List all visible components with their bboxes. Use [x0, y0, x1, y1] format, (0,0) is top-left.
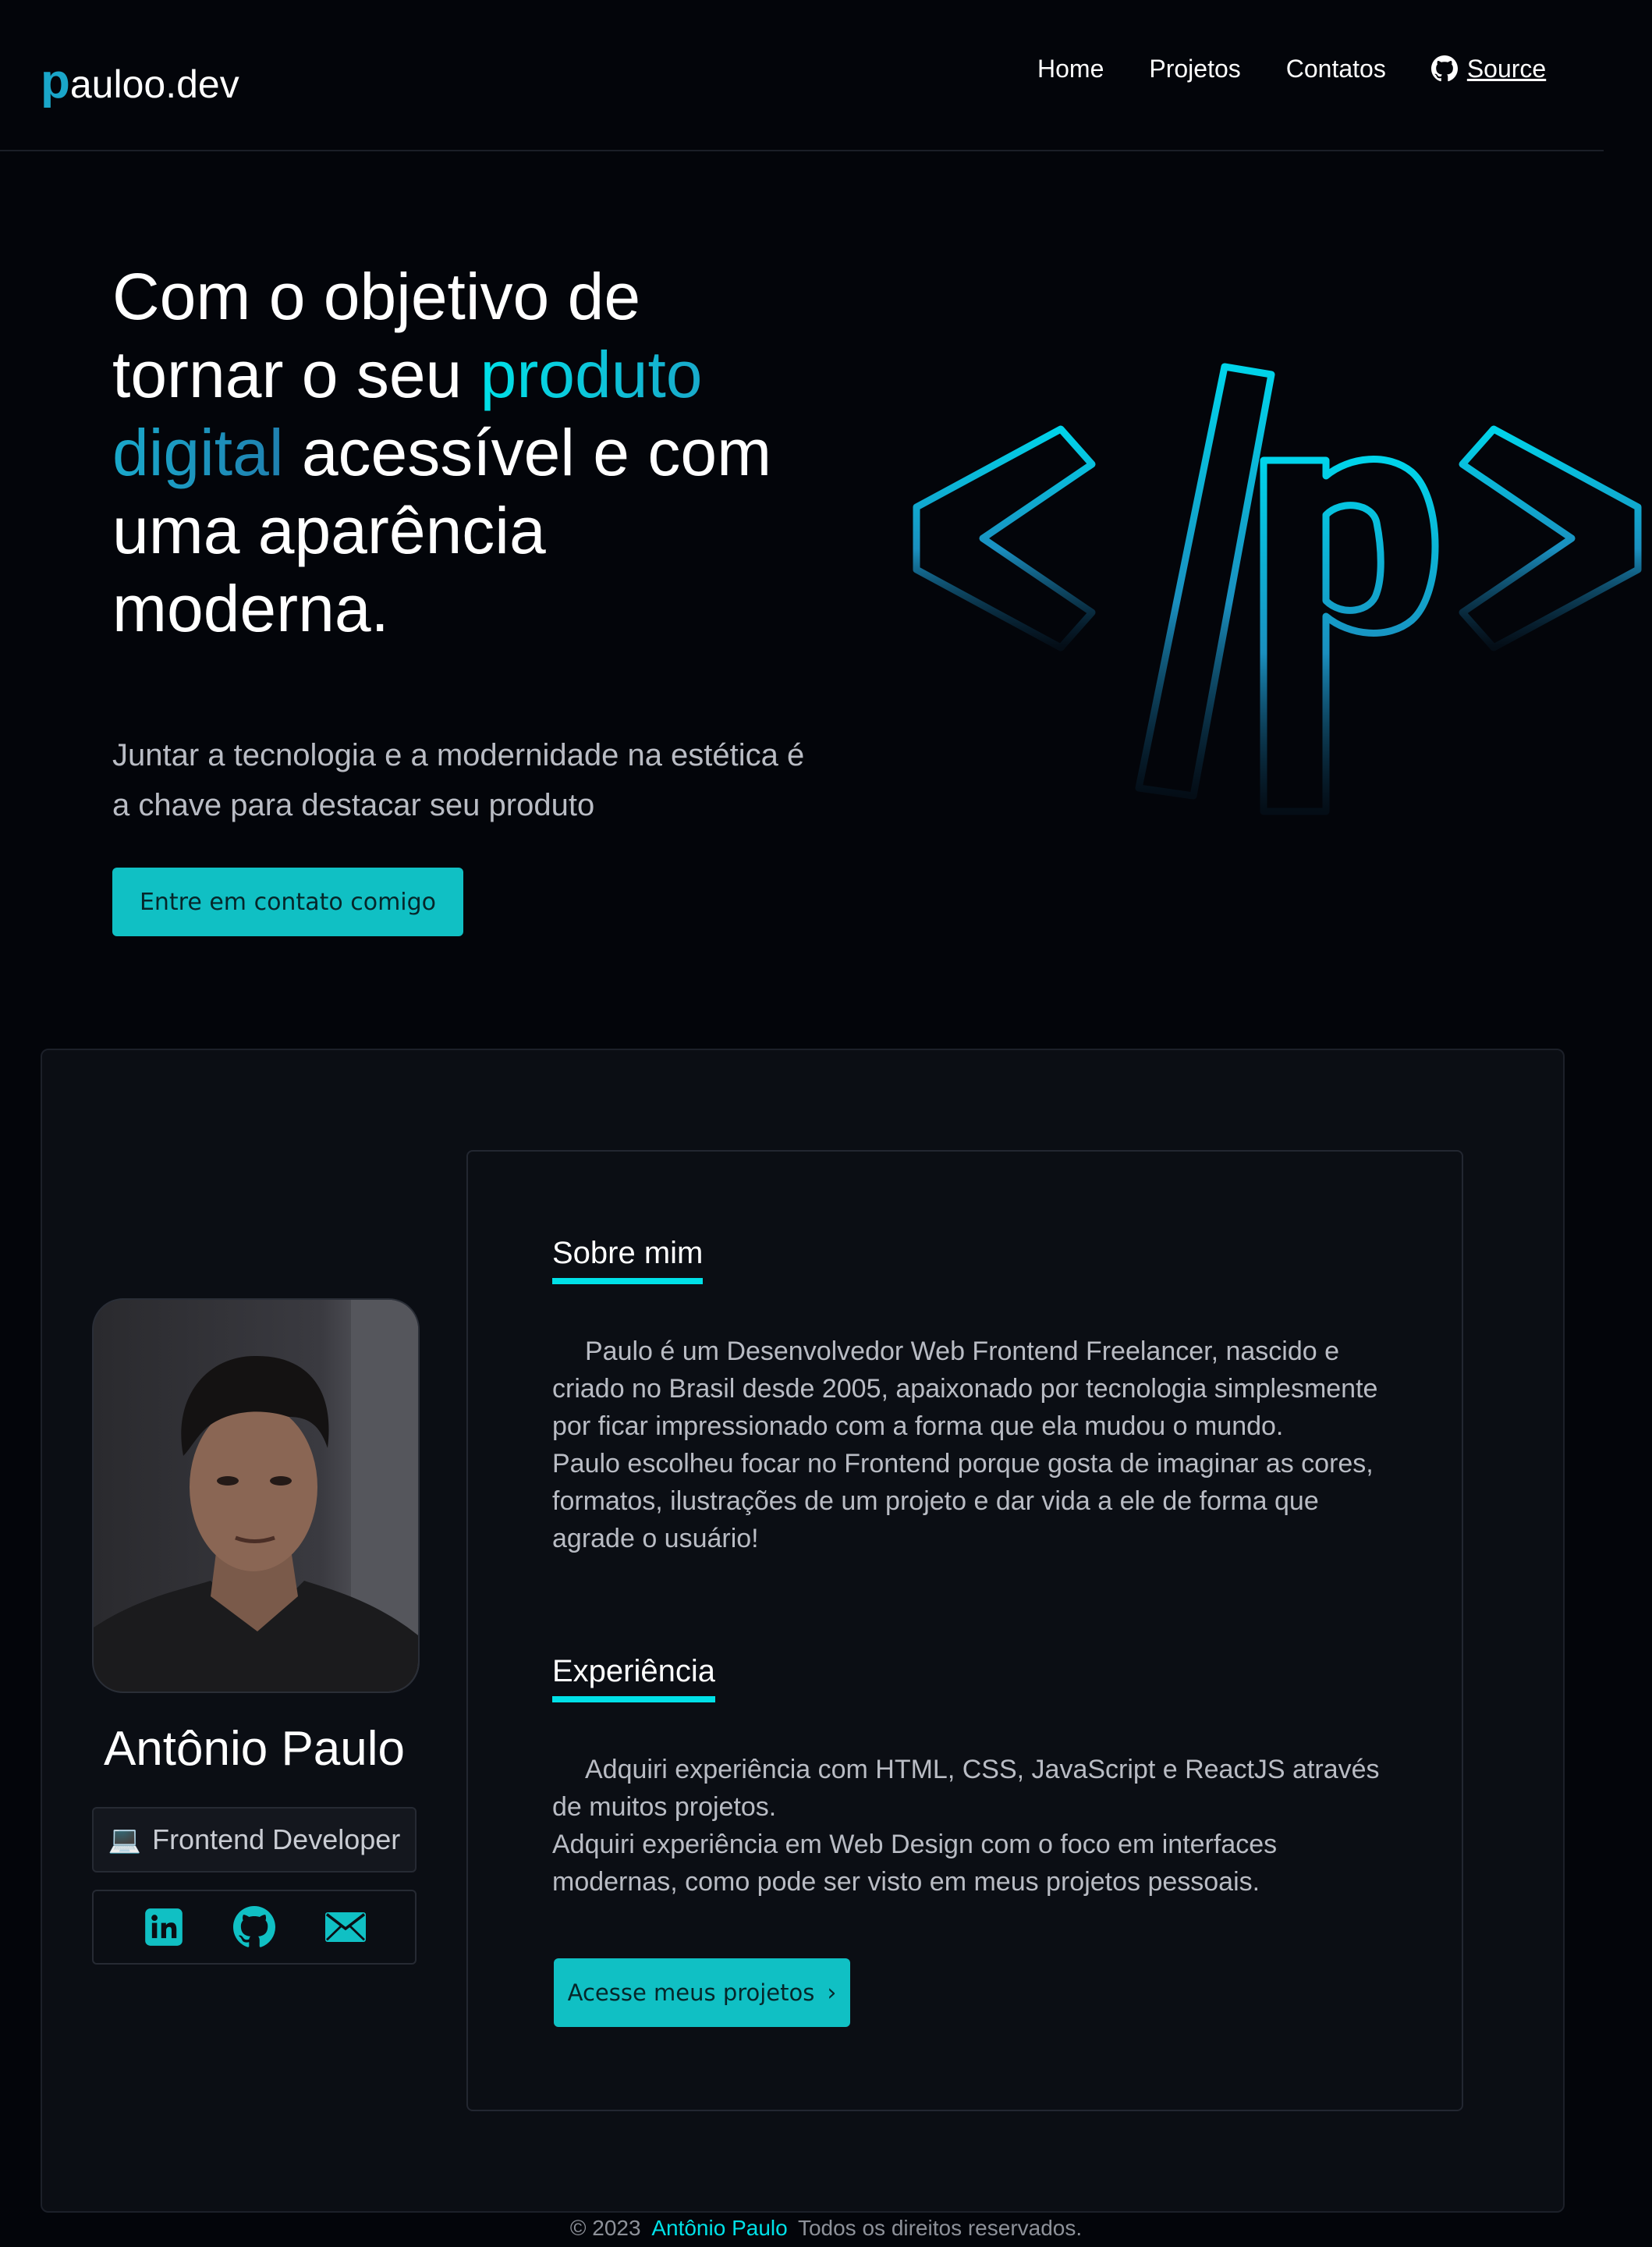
bracket-left-shape [913, 425, 1096, 651]
slash-shape [1135, 363, 1275, 800]
experience-paragraph-1: Adquiri experiência com HTML, CSS, JavaS… [552, 1755, 1380, 1822]
about-text: Paulo é um Desenvolvedor Web Frontend Fr… [552, 1333, 1402, 1557]
about-paragraph-1: Paulo é um Desenvolvedor Web Frontend Fr… [552, 1336, 1378, 1441]
footer: © 2023 Antônio Paulo Todos os direitos r… [0, 2213, 1652, 2244]
letter-p-shape [1260, 456, 1439, 815]
logo-text: auloo.dev [69, 62, 239, 106]
nav-links: Home Projetos Contatos Source [1037, 51, 1546, 86]
avatar [92, 1298, 420, 1693]
footer-rights: Todos os direitos reservados. [797, 2216, 1083, 2240]
experience-paragraph-2: Adquiri experiência em Web Design com o … [552, 1830, 1278, 1897]
code-logo-illustration [913, 363, 1642, 815]
experience-heading: Experiência [552, 1651, 716, 1702]
about-paragraph-2: Paulo escolheu focar no Frontend porque … [552, 1449, 1374, 1553]
about-heading: Sobre mim [552, 1233, 704, 1284]
site-logo[interactable]: pauloo.dev [41, 56, 239, 110]
projects-button-label: Acesse meus projetos [567, 1979, 815, 2006]
role-label: Frontend Developer [152, 1823, 401, 1855]
social-links [92, 1890, 417, 1965]
mail-icon[interactable] [324, 1906, 367, 1948]
nav-source-link[interactable]: Source [1430, 51, 1547, 86]
experience-text: Adquiri experiência com HTML, CSS, JavaS… [552, 1751, 1402, 1901]
footer-copyright: © 2023 [569, 2216, 641, 2240]
projects-button[interactable]: Acesse meus projetos › [554, 1958, 850, 2027]
laptop-icon: 💻 [108, 1825, 142, 1855]
nav-contatos[interactable]: Contatos [1286, 51, 1386, 86]
source-label: Source [1466, 55, 1547, 83]
avatar-photo [94, 1300, 418, 1691]
profile-name: Antônio Paulo [103, 1722, 406, 1776]
nav-projetos[interactable]: Projetos [1149, 51, 1240, 86]
hero-title: Com o objetivo de tornar o seu produto d… [112, 257, 814, 648]
profile-column: Antônio Paulo 💻 Frontend Developer [92, 1298, 420, 1965]
nav-home[interactable]: Home [1037, 51, 1104, 86]
logo-letter: p [41, 55, 70, 108]
contact-button[interactable]: Entre em contato comigo [112, 868, 463, 936]
github-icon[interactable] [233, 1906, 275, 1948]
bio-panel: Sobre mim Paulo é um Desenvolvedor Web F… [466, 1150, 1463, 2111]
hero-subtitle: Juntar a tecnologia e a modernidade na e… [112, 738, 805, 822]
role-badge: 💻 Frontend Developer [92, 1807, 417, 1872]
navbar: pauloo.dev Home Projetos Contatos Source [0, 0, 1604, 151]
linkedin-icon[interactable] [143, 1906, 185, 1948]
footer-author-link[interactable]: Antônio Paulo [651, 2216, 787, 2240]
bracket-right-shape [1459, 425, 1642, 651]
chevron-right-icon: › [827, 1979, 837, 2007]
github-icon [1430, 55, 1458, 82]
